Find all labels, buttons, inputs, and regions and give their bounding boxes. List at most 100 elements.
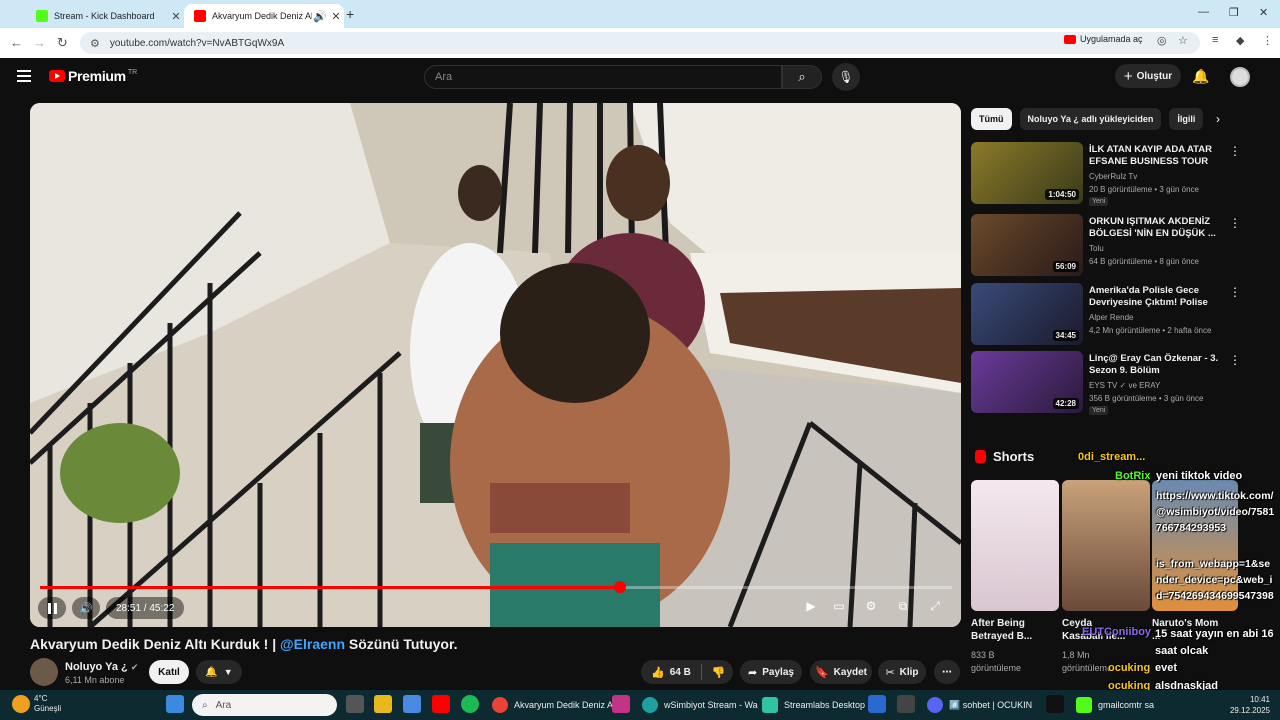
- instagram-icon[interactable]: [612, 695, 630, 713]
- short-thumbnail[interactable]: [971, 480, 1059, 611]
- recommendation-item[interactable]: 1:04:50 İLK ATAN KAYIP ADA ATAR EFSANE B…: [971, 142, 1241, 206]
- search-input[interactable]: Ara: [424, 65, 782, 89]
- tab-kick-dashboard[interactable]: Stream - Kick Dashboard ✕: [26, 4, 184, 28]
- open-in-app-button[interactable]: Uygulamada aç: [1064, 34, 1143, 44]
- forward-icon[interactable]: →: [33, 35, 46, 50]
- short-views: 833 B görüntüleme: [971, 650, 1022, 673]
- more-actions-button[interactable]: ⋯: [934, 660, 960, 684]
- fullscreen-icon[interactable]: ⤢: [924, 599, 946, 617]
- kick-favicon-icon: [36, 10, 48, 22]
- like-button[interactable]: 👍 64 B 👎: [641, 660, 733, 684]
- autoplay-toggle-icon[interactable]: ▶: [800, 599, 822, 617]
- rec-channel[interactable]: Tolu: [1089, 244, 1104, 253]
- notifications-bell-icon[interactable]: 🔔: [1192, 68, 1209, 85]
- youtube-premium-logo[interactable]: Premium TR: [49, 68, 137, 84]
- recommendation-item[interactable]: 34:45 Amerika'da Polisle Gece Devriyesin…: [971, 283, 1241, 347]
- short-thumbnail[interactable]: [1062, 480, 1150, 611]
- recommendation-item[interactable]: 42:28 Linç@ Eray Can Özkenar - 3. Sezon …: [971, 351, 1241, 415]
- reload-icon[interactable]: ↻: [57, 35, 68, 51]
- video-progress-bar[interactable]: [40, 581, 952, 593]
- app-icon[interactable]: [897, 695, 915, 713]
- video-thumbnail[interactable]: 1:04:50: [971, 142, 1083, 204]
- url-field[interactable]: ⚙ youtube.com/watch?v=NvABTGqWx9A: [80, 32, 1200, 54]
- more-options-icon[interactable]: ⋮: [1229, 353, 1241, 367]
- bookmark-star-icon[interactable]: ☆: [1178, 34, 1188, 47]
- join-button[interactable]: Katıl: [149, 660, 189, 684]
- chip-from-uploader[interactable]: Noluyo Ya ¿ adlı yükleyiciden: [1019, 108, 1162, 130]
- pause-button[interactable]: [38, 597, 66, 619]
- back-icon[interactable]: ←: [10, 35, 23, 50]
- rec-title[interactable]: İLK ATAN KAYIP ADA ATAR EFSANE BUSINESS …: [1089, 144, 1219, 168]
- chip-all[interactable]: Tümü: [971, 108, 1012, 130]
- rec-channel[interactable]: EYS TV ✓ ve ERAY: [1089, 381, 1160, 390]
- eye-off-icon[interactable]: ◎: [1157, 34, 1167, 47]
- browser-menu-icon[interactable]: ⋮: [1262, 34, 1273, 47]
- taskbar-search[interactable]: ⌕ Ara: [192, 694, 337, 716]
- volume-icon[interactable]: 🔊: [72, 597, 100, 619]
- save-button[interactable]: 🔖 Kaydet: [810, 660, 872, 684]
- miniplayer-icon[interactable]: ⧉: [892, 599, 914, 617]
- store-icon[interactable]: [403, 695, 421, 713]
- taskbar-app-edge[interactable]: wSimbiyot Stream - Wa: [642, 693, 758, 717]
- rec-title[interactable]: Amerika'da Polisle Gece Devriyesine Çıkt…: [1089, 285, 1219, 309]
- chevron-right-icon[interactable]: ›: [1216, 112, 1220, 126]
- clock[interactable]: 10:41 29.12.2025: [1220, 694, 1270, 716]
- extension-icon[interactable]: ◆: [1236, 34, 1244, 47]
- progress-scrubber[interactable]: [614, 581, 627, 593]
- rec-channel[interactable]: CyberRulz Tv: [1089, 172, 1137, 181]
- taskbar-app-kick[interactable]: gmailcomtr sa: [1076, 693, 1154, 717]
- account-avatar[interactable]: [1230, 67, 1250, 87]
- more-options-icon[interactable]: ⋮: [1229, 285, 1241, 299]
- chat-message: 15 saat yayın en abi 16 saat olcak: [1155, 628, 1274, 657]
- video-thumbnail[interactable]: 56:09: [971, 214, 1083, 276]
- short-title[interactable]: After Being Betrayed B...: [971, 617, 1041, 643]
- restore-icon[interactable]: ❐: [1229, 6, 1239, 19]
- captions-icon[interactable]: ▭: [828, 599, 850, 617]
- clip-button[interactable]: ✂ Klip: [878, 660, 926, 684]
- video-player[interactable]: [30, 103, 961, 627]
- share-button[interactable]: ➦ Paylaş: [740, 660, 802, 684]
- outlook-icon[interactable]: [868, 695, 886, 713]
- thumbs-down-icon[interactable]: 👎: [712, 666, 726, 679]
- file-explorer-icon[interactable]: [374, 695, 392, 713]
- close-tab-icon[interactable]: ✕: [168, 10, 184, 23]
- new-tab-button[interactable]: +: [346, 6, 354, 22]
- tab-youtube-video[interactable]: Akvaryum Dedik Deniz Altı 🔊 ✕: [184, 4, 344, 28]
- site-info-icon[interactable]: ⚙: [90, 37, 100, 50]
- more-options-icon[interactable]: ⋮: [1229, 144, 1241, 158]
- taskbar-app-discord[interactable]: #️⃣ sohbet | OCUKIN: [927, 693, 1032, 717]
- video-duration: 56:09: [1052, 261, 1079, 272]
- create-button[interactable]: + Oluştur: [1115, 64, 1181, 88]
- close-tab-icon[interactable]: ✕: [328, 10, 344, 23]
- weather-widget[interactable]: 4°C Güneşli: [34, 694, 61, 714]
- tiktok-icon[interactable]: [1046, 695, 1064, 713]
- logo-text: Premium: [68, 68, 126, 84]
- search-icon[interactable]: ⌕: [782, 65, 822, 89]
- chip-related[interactable]: İlgili: [1169, 108, 1204, 130]
- channel-name[interactable]: Noluyo Ya ¿ ✔: [65, 661, 138, 673]
- speaker-icon[interactable]: 🔊: [312, 10, 328, 23]
- rec-title[interactable]: Linç@ Eray Can Özkenar - 3. Sezon 9. Böl…: [1089, 353, 1219, 377]
- more-options-icon[interactable]: ⋮: [1229, 216, 1241, 230]
- video-thumbnail[interactable]: 42:28: [971, 351, 1083, 413]
- video-thumbnail[interactable]: 34:45: [971, 283, 1083, 345]
- microphone-icon[interactable]: 🎙: [832, 63, 860, 91]
- subscription-bell-button[interactable]: 🔔 ▼: [196, 660, 242, 684]
- channel-avatar[interactable]: [30, 658, 58, 686]
- menu-icon[interactable]: [17, 70, 31, 82]
- task-view-icon[interactable]: [346, 695, 364, 713]
- minimize-icon[interactable]: —: [1198, 6, 1209, 18]
- title-mention-link[interactable]: @Elraenn: [280, 636, 345, 652]
- youtube-icon[interactable]: [432, 695, 450, 713]
- close-window-icon[interactable]: ✕: [1259, 6, 1268, 19]
- windows-start-icon[interactable]: [166, 695, 184, 713]
- recommendation-item[interactable]: 56:09 ORKUN IŞITMAK AKDENİZ BÖLGESİ 'NİN…: [971, 214, 1241, 278]
- taskbar-app-chrome[interactable]: Akvaryum Dedik Deniz A: [492, 693, 613, 717]
- rec-title[interactable]: ORKUN IŞITMAK AKDENİZ BÖLGESİ 'NİN EN DÜ…: [1089, 216, 1219, 240]
- taskbar-app-streamlabs[interactable]: Streamlabs Desktop: [762, 693, 865, 717]
- weather-icon[interactable]: [12, 695, 30, 713]
- settings-gear-icon[interactable]: ⚙: [860, 599, 882, 617]
- spotify-icon[interactable]: [461, 695, 479, 713]
- rec-channel[interactable]: Alper Rende: [1089, 313, 1133, 322]
- reading-list-icon[interactable]: ≡: [1212, 34, 1218, 46]
